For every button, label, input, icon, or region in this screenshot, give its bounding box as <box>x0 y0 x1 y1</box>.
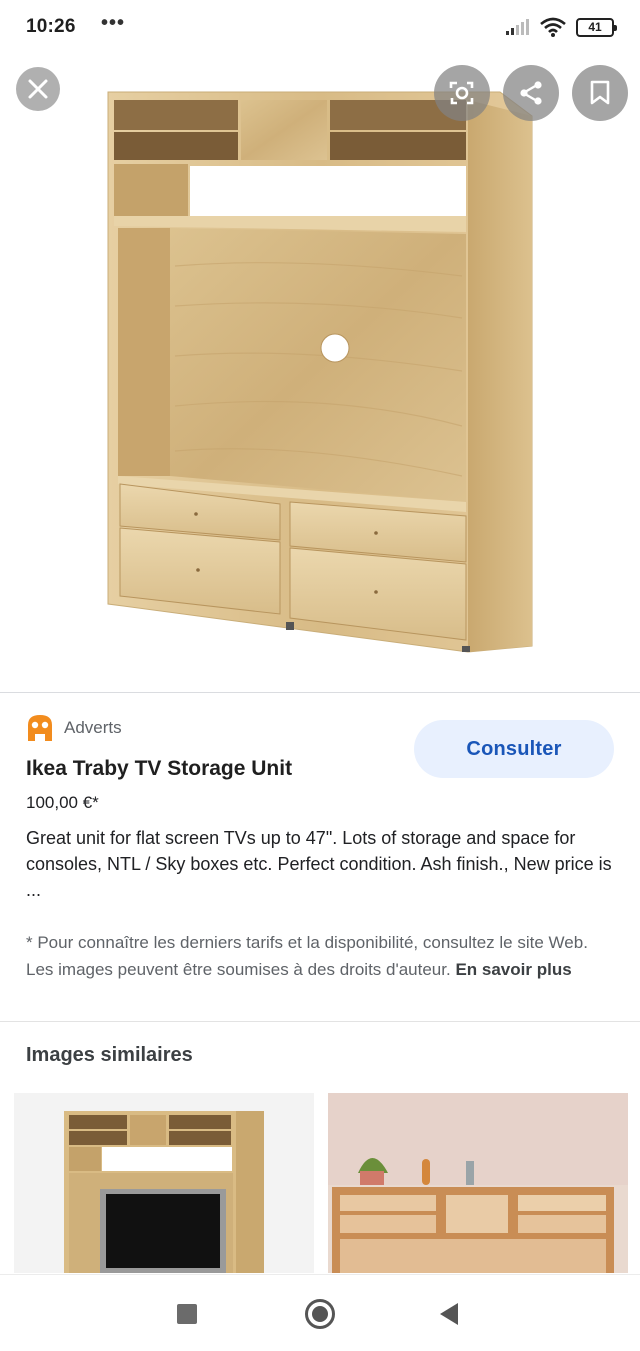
close-icon <box>28 79 48 99</box>
status-bar: 10:26 ••• 41 <box>0 0 640 56</box>
status-time: 10:26 <box>26 16 76 37</box>
system-navigation-bar <box>0 1274 640 1351</box>
copyright-disclaimer: * Pour connaître les derniers tarifs et … <box>26 930 618 983</box>
recent-apps-icon[interactable] <box>177 1304 197 1324</box>
source-row[interactable]: Adverts <box>26 713 122 743</box>
close-button[interactable] <box>16 67 60 111</box>
tv-storage-unit-illustration <box>107 91 533 653</box>
back-icon[interactable] <box>440 1303 458 1325</box>
wifi-icon <box>540 17 566 37</box>
learn-more-link[interactable]: En savoir plus <box>455 960 571 979</box>
result-price: 100,00 €* <box>26 793 99 812</box>
similar-image-1[interactable] <box>14 1093 314 1273</box>
signal-icon <box>506 19 529 35</box>
status-icons: 41 <box>506 17 617 37</box>
bookmark-icon <box>590 80 610 105</box>
save-button[interactable] <box>572 65 628 121</box>
source-name[interactable]: Adverts <box>64 718 122 738</box>
result-description: Great unit for flat screen TVs up to 47"… <box>26 828 612 900</box>
lens-icon <box>449 81 474 105</box>
battery-indicator: 41 <box>576 17 617 37</box>
share-icon <box>520 81 542 105</box>
share-button[interactable] <box>503 65 559 121</box>
lens-search-button[interactable] <box>434 65 490 121</box>
similar-image-2[interactable] <box>328 1093 628 1273</box>
adverts-logo-icon <box>28 715 52 741</box>
status-notification-dots: ••• <box>101 12 126 34</box>
consult-button[interactable]: Consulter <box>414 720 614 778</box>
result-title[interactable]: Ikea Traby TV Storage Unit <box>26 757 292 781</box>
divider <box>0 692 640 693</box>
tv-unit-thumbnail <box>64 1111 264 1273</box>
similar-images-title: Images similaires <box>26 1044 193 1066</box>
divider <box>0 1021 640 1022</box>
home-icon[interactable] <box>305 1299 335 1329</box>
product-image[interactable] <box>0 56 640 692</box>
shelf-thumbnail <box>328 1093 628 1273</box>
